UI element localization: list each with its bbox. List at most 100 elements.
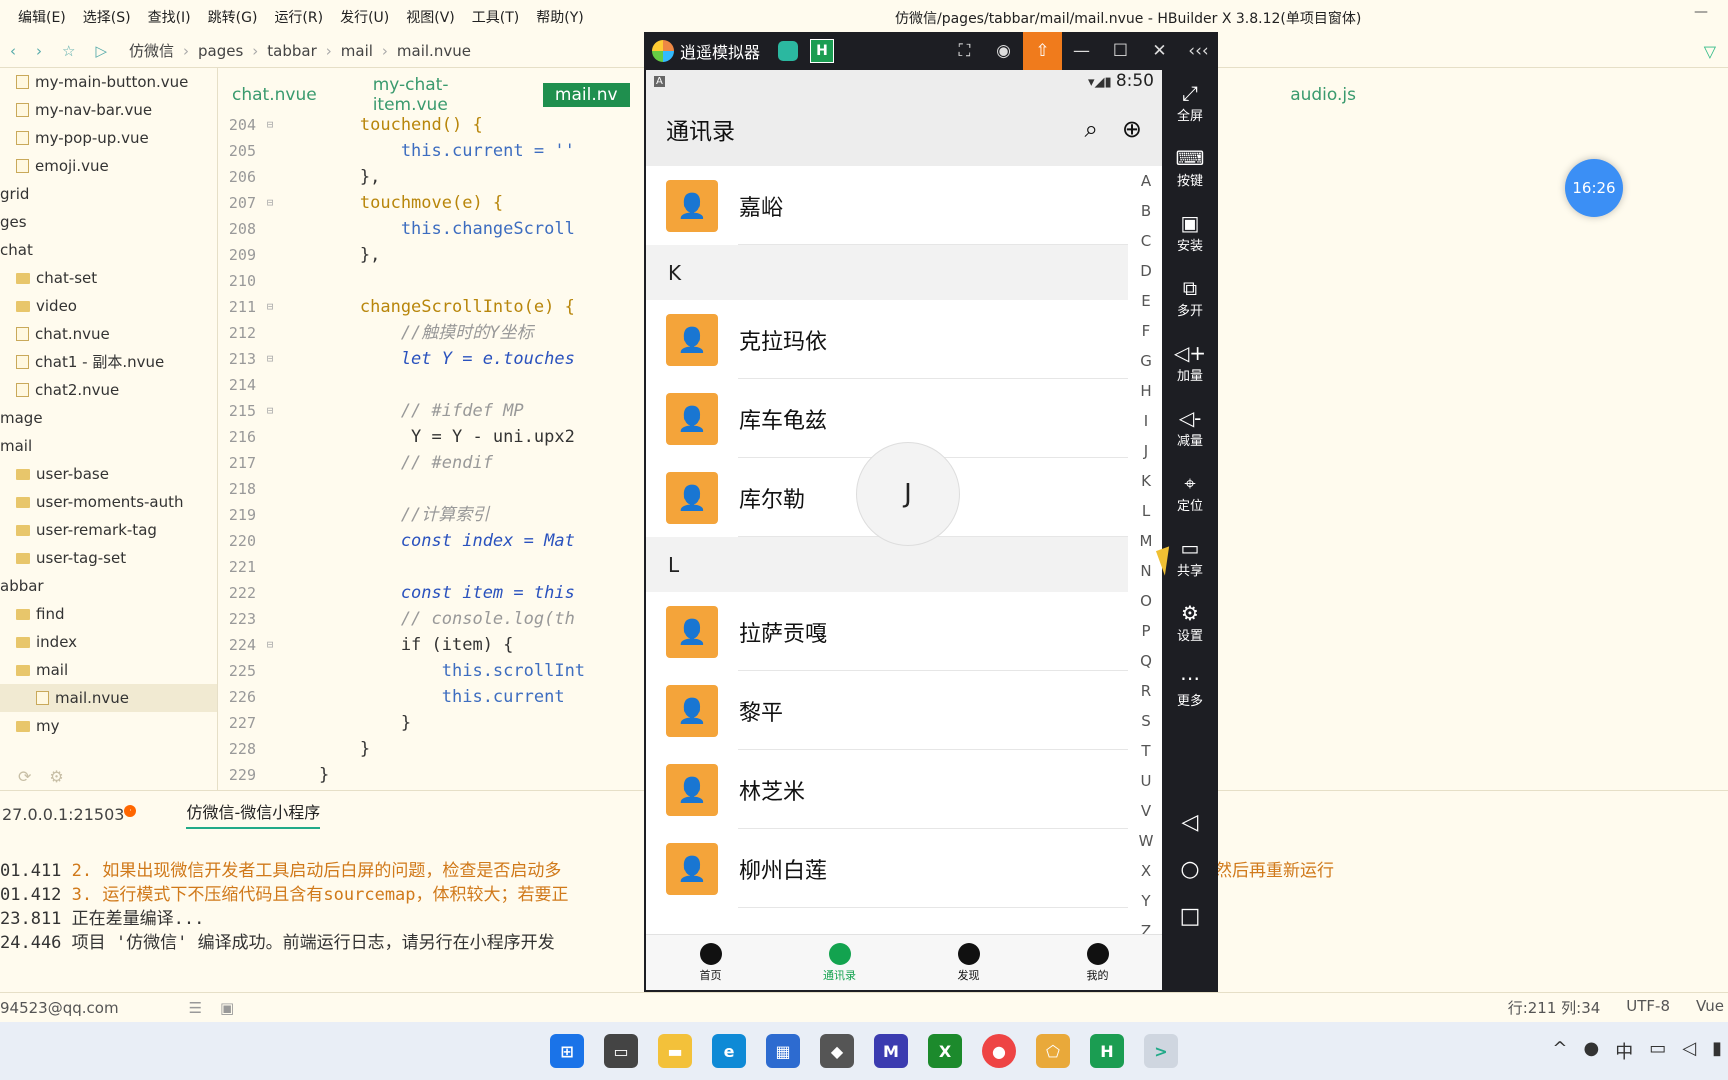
tab-item[interactable]: 首页 [646,935,775,990]
index-letter[interactable]: L [1134,496,1158,526]
recording-timer[interactable]: 16:26 [1565,159,1623,217]
chevron-up-icon[interactable]: ^ [1552,1038,1567,1064]
breadcrumb-item[interactable]: mail.nvue [397,42,471,60]
language-mode[interactable]: Vue [1696,997,1724,1018]
index-letter[interactable]: R [1134,676,1158,706]
index-letter[interactable]: G [1134,346,1158,376]
fold-icon[interactable] [262,736,278,762]
tree-item[interactable]: ges [0,208,217,236]
tree-item[interactable]: chat1 - 副本.nvue [0,348,217,376]
index-letter[interactable]: N [1134,556,1158,586]
hbuilder-tab-icon[interactable]: H [810,39,835,63]
contact-row[interactable]: 👤 克拉玛依 [646,300,1128,379]
breadcrumb-item[interactable]: mail [341,42,373,60]
fold-icon[interactable]: ⊟ [262,190,278,216]
menu-item[interactable]: 选择(S) [83,7,131,27]
back-nav-icon[interactable]: ◁ [1182,810,1199,835]
editor-tab[interactable]: audio.js [1278,83,1368,107]
tree-item[interactable]: mail.nvue [0,684,217,712]
tree-item[interactable]: mail [0,432,217,460]
tree-item[interactable]: chat2.nvue [0,376,217,404]
contact-row[interactable]: 👤 林芝米 [646,750,1128,829]
app-icon[interactable]: ◆ [820,1034,854,1068]
index-letter[interactable]: M [1134,526,1158,556]
minimize-button[interactable]: — [1694,4,1708,20]
upload-icon[interactable]: ⇧ [1023,32,1062,70]
contact-row[interactable]: 👤 黎平 [646,671,1128,750]
tree-item[interactable]: user-moments-auth [0,488,217,516]
tab-item[interactable]: 我的 [1033,935,1162,990]
add-icon[interactable]: ⊕ [1122,115,1142,143]
fold-icon[interactable]: ⊟ [262,112,278,138]
tree-item[interactable]: chat [0,236,217,264]
screenshot-icon[interactable]: ⛶ [945,41,984,61]
hbuilder-icon[interactable]: H [1090,1034,1124,1068]
index-letter[interactable]: D [1134,256,1158,286]
fold-icon[interactable] [262,216,278,242]
forward-icon[interactable]: › [36,42,42,60]
index-letter[interactable]: Y [1134,886,1158,916]
index-letter[interactable]: S [1134,706,1158,736]
minimize-icon[interactable]: — [1062,41,1101,61]
alphabet-index[interactable]: ABCDEFGHIJKLMNOPQRSTUVWXYZ [1134,166,1158,946]
index-letter[interactable]: F [1134,316,1158,346]
index-letter[interactable]: T [1134,736,1158,766]
editor-tab[interactable]: chat.nvue [220,83,329,107]
collapse-icon[interactable]: ‹‹‹ [1179,41,1218,61]
filter-icon[interactable]: ▽ [1704,42,1716,61]
index-letter[interactable]: J [1134,436,1158,466]
tree-item[interactable]: find [0,600,217,628]
tree-item[interactable]: my-nav-bar.vue [0,96,217,124]
emulator-side-button[interactable]: ⌖ 定位 [1162,460,1218,525]
refresh-icon[interactable]: ⟳ [18,767,31,786]
start-icon[interactable]: ⊞ [550,1034,584,1068]
menu-item[interactable]: 发行(U) [340,7,389,27]
fold-icon[interactable] [262,762,278,788]
cursor-position[interactable]: 行:211 列:34 [1508,997,1601,1018]
fold-icon[interactable] [262,658,278,684]
encoding[interactable]: UTF-8 [1626,997,1670,1018]
emulator-side-button[interactable]: ◁- 减量 [1162,395,1218,460]
home-nav-icon[interactable]: ○ [1180,857,1199,882]
tree-item[interactable]: mail [0,656,217,684]
tree-item[interactable]: my-pop-up.vue [0,124,217,152]
list-icon[interactable]: ☰ [189,999,202,1017]
index-letter[interactable]: O [1134,586,1158,616]
fold-icon[interactable]: ⊟ [262,398,278,424]
fold-icon[interactable]: ⊟ [262,632,278,658]
index-letter[interactable]: I [1134,406,1158,436]
xbox-icon[interactable]: X [928,1034,962,1068]
fold-icon[interactable] [262,554,278,580]
app-tab-icon[interactable] [778,41,799,61]
index-letter[interactable]: Q [1134,646,1158,676]
tree-item[interactable]: video [0,292,217,320]
fold-icon[interactable] [262,164,278,190]
contact-row[interactable]: 👤 拉萨贡嘎 [646,592,1128,671]
store-icon[interactable]: ▦ [766,1034,800,1068]
fold-icon[interactable] [262,580,278,606]
editor-tab[interactable]: my-chat-item.vue [361,73,511,117]
fold-icon[interactable] [262,320,278,346]
emulator-side-button[interactable]: ⤢ 全屏 [1162,70,1218,135]
emulator-taskbar-icon[interactable]: ⬠ [1036,1034,1070,1068]
back-icon[interactable]: ‹ [10,42,16,60]
fold-icon[interactable] [262,684,278,710]
tab-device[interactable]: 27.0.0.1:21503 · [0,804,137,824]
breadcrumb-item[interactable]: 仿微信 [129,40,174,61]
menu-item[interactable]: 视图(V) [406,7,455,27]
menu-item[interactable]: 查找(I) [148,7,191,27]
menu-item[interactable]: 编辑(E) [18,7,66,27]
battery-icon[interactable]: ▮ [1712,1038,1722,1064]
search-icon[interactable]: ⌕ [1084,115,1097,143]
tree-item[interactable]: my [0,712,217,740]
emulator-side-button[interactable]: ⋯ 更多 [1162,655,1218,720]
emulator-side-button[interactable]: ▣ 安装 [1162,200,1218,265]
recents-nav-icon[interactable]: □ [1180,904,1201,929]
emulator-side-button[interactable]: ⚙ 设置 [1162,590,1218,655]
fold-icon[interactable] [262,138,278,164]
fold-icon[interactable] [262,450,278,476]
tab-console[interactable]: 仿微信-微信小程序 [186,799,321,829]
index-letter[interactable]: W [1134,826,1158,856]
account-icon[interactable]: ◉ [984,41,1023,61]
tab-item[interactable]: 发现 [904,935,1033,990]
